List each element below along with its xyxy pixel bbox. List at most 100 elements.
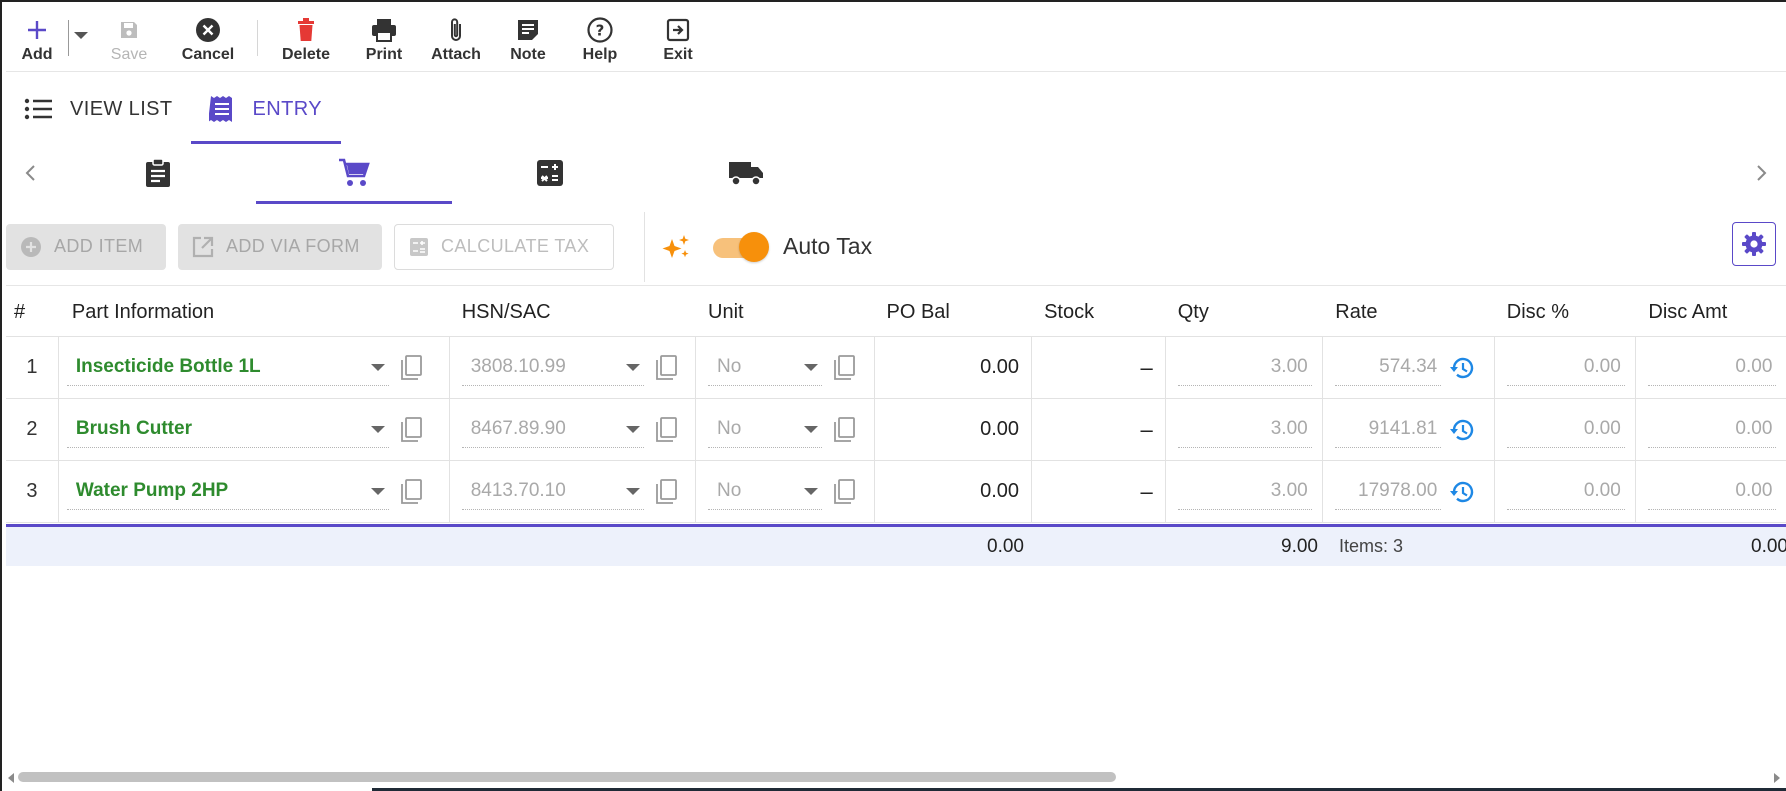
- scroll-left-button[interactable]: [6, 146, 54, 204]
- row-number: 2: [6, 399, 59, 460]
- qty-input[interactable]: 3.00: [1177, 412, 1312, 448]
- scroll-right-arrow-icon[interactable]: [1774, 773, 1780, 783]
- column-header-rate[interactable]: Rate: [1323, 288, 1495, 336]
- print-label: Print: [365, 46, 403, 63]
- cancel-button[interactable]: Cancel: [165, 4, 251, 70]
- copy-icon[interactable]: [654, 478, 678, 505]
- disc-amt-input[interactable]: 0.00: [1648, 412, 1777, 448]
- rate-input[interactable]: 574.34: [1335, 350, 1442, 386]
- calculate-tax-button[interactable]: CALCULATE TAX: [394, 223, 614, 270]
- qty-input[interactable]: 3.00: [1177, 474, 1312, 510]
- unit-select[interactable]: No: [708, 350, 822, 386]
- unit-select[interactable]: No: [708, 412, 822, 448]
- add-dropdown-button[interactable]: [69, 4, 93, 70]
- caret-down-icon: [625, 487, 640, 495]
- disc-amt-input[interactable]: 0.00: [1648, 350, 1777, 386]
- history-icon[interactable]: [1449, 356, 1475, 380]
- attach-button[interactable]: Attach: [420, 4, 492, 70]
- auto-tax-toggle[interactable]: [713, 231, 769, 262]
- tab-taxes[interactable]: [452, 146, 648, 204]
- horizontal-scrollbar[interactable]: [6, 770, 1786, 786]
- exit-button[interactable]: Exit: [636, 4, 720, 70]
- tab-view-list[interactable]: VIEW LIST: [6, 74, 191, 144]
- add-via-form-button[interactable]: ADD VIA FORM: [178, 223, 382, 270]
- column-header-hsn[interactable]: HSN/SAC: [450, 288, 696, 336]
- hsn-select[interactable]: 3808.10.99: [461, 350, 644, 386]
- toggle-knob: [739, 231, 769, 262]
- tab-details[interactable]: [60, 146, 256, 204]
- copy-icon[interactable]: [832, 354, 856, 381]
- copy-icon[interactable]: [654, 354, 678, 381]
- rate-input[interactable]: 17978.00: [1335, 474, 1442, 510]
- svg-text:?: ?: [596, 22, 605, 40]
- total-items: Items: 3: [1339, 536, 1404, 556]
- hsn-value: 8413.70.10: [470, 480, 566, 501]
- hsn-select[interactable]: 8467.89.90: [461, 412, 644, 448]
- disc-amt-cell: 0.00: [1636, 461, 1786, 522]
- add-item-button[interactable]: ADD ITEM: [6, 223, 166, 270]
- toolbar-divider: [257, 20, 258, 56]
- disc-pct-cell: 0.00: [1495, 337, 1637, 398]
- tab-shipping[interactable]: [648, 146, 844, 204]
- rate-cell: 574.34: [1323, 337, 1495, 398]
- column-header-disc-pct[interactable]: Disc %: [1495, 288, 1637, 336]
- disc-pct-input[interactable]: 0.00: [1506, 474, 1625, 510]
- unit-value: No: [717, 418, 742, 439]
- column-header-qty[interactable]: Qty: [1166, 288, 1324, 336]
- column-header-unit[interactable]: Unit: [696, 288, 875, 336]
- copy-icon[interactable]: [654, 416, 678, 443]
- caret-down-icon: [804, 487, 818, 495]
- action-bar: ADD ITEM ADD VIA FORM CALCULATE TAX Auto…: [6, 208, 1786, 286]
- qty-input[interactable]: 3.00: [1177, 350, 1312, 386]
- note-button[interactable]: Note: [492, 4, 564, 70]
- exit-icon: [666, 16, 690, 44]
- disc-amt-input[interactable]: 0.00: [1648, 474, 1777, 510]
- grid-header: # Part Information HSN/SAC Unit PO Bal S…: [6, 288, 1786, 337]
- scroll-right-button[interactable]: [1738, 146, 1786, 204]
- gear-icon: [1741, 231, 1767, 257]
- note-icon: [516, 16, 540, 44]
- copy-icon[interactable]: [399, 416, 423, 443]
- stock-value: –: [1140, 354, 1153, 380]
- disc-pct-cell: 0.00: [1495, 399, 1637, 460]
- column-header-part[interactable]: Part Information: [59, 288, 450, 336]
- unit-select[interactable]: No: [708, 474, 822, 510]
- column-header-po-bal[interactable]: PO Bal: [875, 288, 1033, 336]
- disc-pct-input[interactable]: 0.00: [1506, 412, 1625, 448]
- delete-button[interactable]: Delete: [264, 4, 348, 70]
- tab-entry-label: ENTRY: [252, 97, 322, 120]
- column-header-stock[interactable]: Stock: [1032, 288, 1166, 336]
- add-circle-icon: [20, 236, 42, 258]
- print-button[interactable]: Print: [348, 4, 420, 70]
- copy-icon[interactable]: [832, 478, 856, 505]
- copy-icon[interactable]: [399, 478, 423, 505]
- part-select[interactable]: Water Pump 2HP: [66, 474, 389, 510]
- scrollbar-thumb[interactable]: [18, 772, 1116, 782]
- history-icon[interactable]: [1449, 418, 1475, 442]
- part-select[interactable]: Brush Cutter: [66, 412, 389, 448]
- tab-entry[interactable]: ENTRY: [190, 74, 341, 144]
- save-button[interactable]: Save: [93, 4, 165, 70]
- tab-view-list-label: VIEW LIST: [70, 97, 173, 120]
- disc-pct-input[interactable]: 0.00: [1506, 350, 1625, 386]
- part-select[interactable]: Insecticide Bottle 1L: [66, 350, 389, 386]
- copy-icon[interactable]: [832, 416, 856, 443]
- add-button[interactable]: Add: [6, 4, 68, 70]
- chevron-down-icon: [74, 31, 88, 39]
- scroll-left-arrow-icon[interactable]: [8, 773, 14, 783]
- rate-input[interactable]: 9141.81: [1335, 412, 1442, 448]
- tab-items[interactable]: [256, 146, 452, 204]
- copy-icon[interactable]: [399, 354, 423, 381]
- total-disc-amt: 0.00: [1751, 535, 1786, 557]
- calculator-icon: [536, 159, 564, 192]
- hsn-select[interactable]: 8413.70.10: [461, 474, 644, 510]
- grid-settings-button[interactable]: [1732, 222, 1776, 266]
- history-icon[interactable]: [1449, 480, 1475, 504]
- column-header-num[interactable]: #: [6, 288, 59, 336]
- disc-amt-cell: 0.00: [1636, 399, 1786, 460]
- unit-value: No: [717, 480, 742, 501]
- column-header-disc-amt[interactable]: Disc Amt: [1636, 288, 1786, 336]
- part-cell: Insecticide Bottle 1L: [59, 337, 450, 398]
- qty-cell: 3.00: [1166, 399, 1324, 460]
- help-button[interactable]: ? Help: [564, 4, 636, 70]
